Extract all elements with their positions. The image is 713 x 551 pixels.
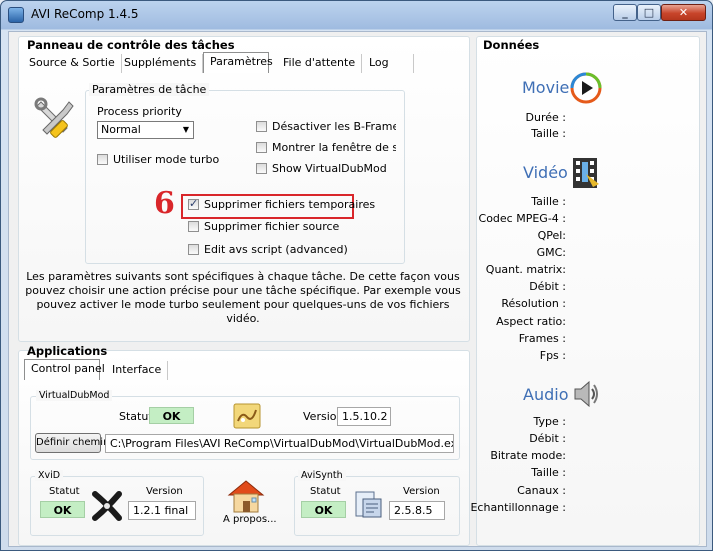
video-heading: Vidéo [523, 163, 568, 182]
video-frames-label: Frames : [518, 332, 566, 345]
audio-channels-label: Canaux : [517, 484, 566, 497]
xvid-status-label: Statut [49, 486, 80, 497]
priority-select[interactable]: Normal ▼ [97, 121, 194, 139]
xvid-icon [91, 490, 123, 522]
main-window: AVI ReComp 1.4.5 _ □ ✕ Panneau de contrô… [0, 0, 713, 551]
vdm-path-field[interactable]: C:\Program Files\AVI ReComp\VirtualDubMo… [105, 434, 454, 453]
avisynth-status-label: Statut [310, 486, 341, 497]
show-status-window-box[interactable] [256, 142, 267, 153]
movie-play-icon [570, 72, 602, 104]
audio-size-label: Taille : [531, 466, 566, 479]
info-line: Les paramètres suivants sont spécifiques… [26, 270, 460, 283]
tab-file-attente[interactable]: File d'attente [277, 54, 363, 73]
vdm-status-badge: OK [149, 407, 194, 424]
app-icon[interactable] [8, 7, 24, 23]
minimize-button[interactable]: _ [613, 4, 637, 21]
right-options-column: Désactiver les B-Frames Montrer la fenêt… [256, 120, 396, 180]
turbo-checkbox-box[interactable] [97, 154, 108, 165]
delete-temp-files-box[interactable] [188, 197, 199, 211]
disable-bframes-label: Désactiver les B-Frames [272, 120, 396, 133]
virtualdubmod-group-title: VirtualDubMod [36, 390, 113, 401]
tools-icon [33, 96, 77, 140]
data-panel-title: Données [483, 38, 540, 52]
video-size-label: Taille : [531, 195, 566, 208]
applications-title: Applications [27, 344, 108, 358]
task-control-panel-title: Panneau de contrôle des tâches [27, 38, 235, 52]
video-quant-label: Quant. matrix: [485, 263, 566, 276]
tab-parametres[interactable]: Paramètres [203, 52, 273, 73]
tab-supplements[interactable]: Suppléments [118, 54, 204, 73]
tab-log[interactable]: Log [363, 54, 414, 73]
xvid-version-field: 1.2.1 final [128, 501, 196, 520]
maximize-button[interactable]: □ [637, 4, 661, 21]
about-home-icon[interactable] [225, 478, 267, 514]
vdm-version-field: 1.5.10.2 [337, 407, 391, 426]
video-resolution-label: Résolution : [501, 297, 566, 310]
info-paragraph: Les paramètres suivants sont spécifiques… [23, 270, 463, 326]
movie-size-label: Taille : [531, 127, 566, 140]
priority-value: Normal [101, 123, 141, 136]
audio-bitrate-mode-label: Bitrate mode: [490, 449, 566, 462]
avisynth-status-badge: OK [301, 501, 346, 518]
tab-interface[interactable]: Interface [106, 361, 169, 380]
avisynth-group-title: AviSynth [298, 470, 346, 481]
video-film-icon [571, 156, 601, 190]
delete-temp-files-label: Supprimer fichiers temporaires [204, 198, 376, 211]
xvid-version-label: Version [146, 486, 183, 497]
video-gmc-label: GMC: [536, 246, 566, 259]
vdm-status-label: Statut [119, 410, 153, 423]
avisynth-icon [353, 490, 383, 520]
info-line: pouvez activer le mode turbo seulement p… [36, 298, 450, 325]
video-codec-label: Codec MPEG-4 : [478, 212, 566, 225]
window-title: AVI ReComp 1.4.5 [31, 7, 139, 21]
tab-source-sortie[interactable]: Source & Sortie [23, 54, 122, 73]
virtualdubmod-icon [233, 403, 261, 429]
title-bar[interactable]: AVI ReComp 1.4.5 _ □ ✕ [1, 1, 712, 29]
annotation-number: 6 [154, 186, 175, 221]
show-virtualdubmod-label: Show VirtualDubMod [272, 162, 387, 175]
about-label[interactable]: A propos... [223, 514, 277, 525]
turbo-checkbox-label: Utiliser mode turbo [113, 153, 220, 166]
video-bitrate-label: Débit : [529, 280, 566, 293]
maximize-icon: □ [643, 6, 655, 19]
show-status-window-label: Montrer la fenêtre de statu [272, 141, 396, 154]
video-qpel-label: QPel: [537, 229, 566, 242]
close-icon: ✕ [678, 6, 689, 19]
audio-speaker-icon [572, 378, 600, 410]
xvid-status-badge: OK [40, 501, 85, 518]
tab-control-panel[interactable]: Control panel [24, 359, 105, 380]
delete-source-box[interactable] [188, 221, 199, 232]
audio-heading: Audio [523, 385, 569, 404]
minimize-icon: _ [622, 6, 628, 19]
client-area: Panneau de contrôle des tâches Source & … [8, 31, 707, 547]
edit-avs-script-label: Edit avs script (advanced) [204, 243, 348, 256]
task-tabs: Source & Sortie Suppléments Paramètres F… [23, 52, 463, 74]
movie-heading: Movie [522, 78, 570, 97]
applications-tabs: Control panel Interface [24, 359, 224, 381]
avisynth-version-label: Version [403, 486, 440, 497]
set-path-button[interactable]: Définir chemin [35, 433, 109, 453]
audio-bitrate-label: Débit : [529, 432, 566, 445]
info-line: pouvez choisir une action précise pour u… [25, 284, 461, 297]
video-fps-label: Fps : [539, 349, 566, 362]
priority-label: Process priority [97, 105, 182, 118]
audio-samplerate-label: Echantillonnage : [470, 501, 566, 514]
disable-bframes-box[interactable] [256, 121, 267, 132]
close-button[interactable]: ✕ [661, 4, 706, 21]
chevron-down-icon: ▼ [182, 125, 189, 134]
audio-type-label: Type : [533, 415, 566, 428]
video-aspect-label: Aspect ratio: [496, 315, 566, 328]
task-params-group-title: Paramètres de tâche [89, 83, 210, 96]
xvid-group-title: XviD [35, 470, 64, 481]
delete-source-label: Supprimer fichier source [204, 220, 340, 233]
movie-duration-label: Durée : [525, 111, 566, 124]
edit-avs-script-box[interactable] [188, 244, 199, 255]
show-virtualdubmod-box[interactable] [256, 163, 267, 174]
